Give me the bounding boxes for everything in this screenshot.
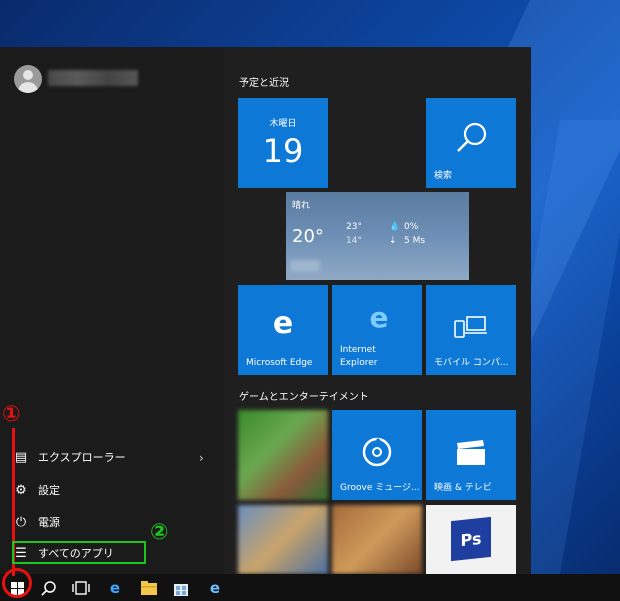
game-tile-blurred[interactable]: [238, 505, 328, 574]
chevron-right-icon[interactable]: ›: [199, 451, 204, 465]
annotation-step-2: ②: [150, 520, 169, 545]
weather-tile[interactable]: 晴れ 20° 23° 14° 💧 ⇣ 0% 5 Ms: [286, 192, 469, 280]
user-avatar[interactable]: [14, 65, 42, 93]
annotation-all-apps-highlight: [12, 541, 146, 564]
weather-precip: 0%: [404, 222, 419, 232]
tile-label: モバイル コンパ...: [434, 358, 509, 368]
search-tile[interactable]: 検索: [426, 98, 516, 188]
tile-label: 映画 & テレビ: [434, 483, 492, 493]
internet-explorer-icon: e: [369, 301, 389, 334]
annotation-start-highlight: [2, 568, 32, 598]
internet-explorer-tile[interactable]: e Internet Explorer: [332, 285, 422, 375]
calendar-tile[interactable]: 木曜日 19: [238, 98, 328, 188]
search-icon[interactable]: [40, 579, 58, 597]
mobile-companion-tile[interactable]: モバイル コンパ...: [426, 285, 516, 375]
weather-high: 23°: [346, 222, 362, 232]
menu-item-file-explorer[interactable]: ▤ エクスプローラー: [10, 443, 215, 471]
menu-item-settings[interactable]: ⚙ 設定: [10, 476, 215, 504]
wind-icon: ⇣: [389, 236, 397, 246]
phone-laptop-icon: [454, 316, 487, 338]
weather-wind: 5 Ms: [404, 236, 426, 246]
game-tile-blurred[interactable]: [238, 410, 328, 500]
edge-icon: e: [272, 306, 294, 341]
file-explorer-icon[interactable]: [140, 579, 158, 597]
groove-music-icon: [362, 437, 392, 467]
photoshop-express-tile[interactable]: Ps: [426, 505, 516, 574]
tile-label: Groove ミュージ...: [340, 483, 420, 493]
group-title: ゲームとエンターテイメント: [239, 392, 369, 403]
internet-explorer-icon[interactable]: e: [206, 579, 224, 597]
tile-label-line1: Internet: [340, 345, 376, 355]
microsoft-edge-tile[interactable]: e Microsoft Edge: [238, 285, 328, 375]
edge-icon[interactable]: e: [106, 579, 124, 597]
calendar-day: 19: [262, 132, 304, 170]
calendar-weekday: 木曜日: [269, 119, 297, 129]
clapperboard-icon: [457, 440, 485, 465]
tile-label-line2: Explorer: [340, 358, 378, 368]
annotation-step-1: ①: [2, 402, 21, 427]
menu-item-label: 電源: [38, 516, 60, 529]
group-title: 予定と近況: [239, 78, 289, 89]
photoshop-express-icon: Ps: [451, 516, 491, 562]
weather-condition: 晴れ: [292, 201, 311, 211]
taskbar: [0, 574, 620, 601]
weather-location-blurred: [290, 260, 320, 272]
menu-item-label: 設定: [38, 484, 60, 497]
movies-tv-tile[interactable]: 映画 & テレビ: [426, 410, 516, 500]
raindrop-icon: 💧: [389, 222, 401, 232]
game-tile-blurred[interactable]: [332, 505, 422, 574]
user-name-blurred[interactable]: [48, 70, 138, 86]
search-icon: [457, 122, 487, 152]
weather-low: 14°: [346, 236, 362, 246]
groove-music-tile[interactable]: Groove ミュージ...: [332, 410, 422, 500]
task-view-icon[interactable]: [72, 579, 90, 597]
tile-label: Microsoft Edge: [246, 358, 313, 368]
menu-item-label: エクスプローラー: [38, 451, 126, 464]
menu-item-power[interactable]: ⏻ 電源: [10, 508, 215, 536]
tile-label: 検索: [434, 171, 453, 181]
weather-temp: 20°: [292, 226, 324, 247]
store-icon[interactable]: [172, 579, 190, 597]
